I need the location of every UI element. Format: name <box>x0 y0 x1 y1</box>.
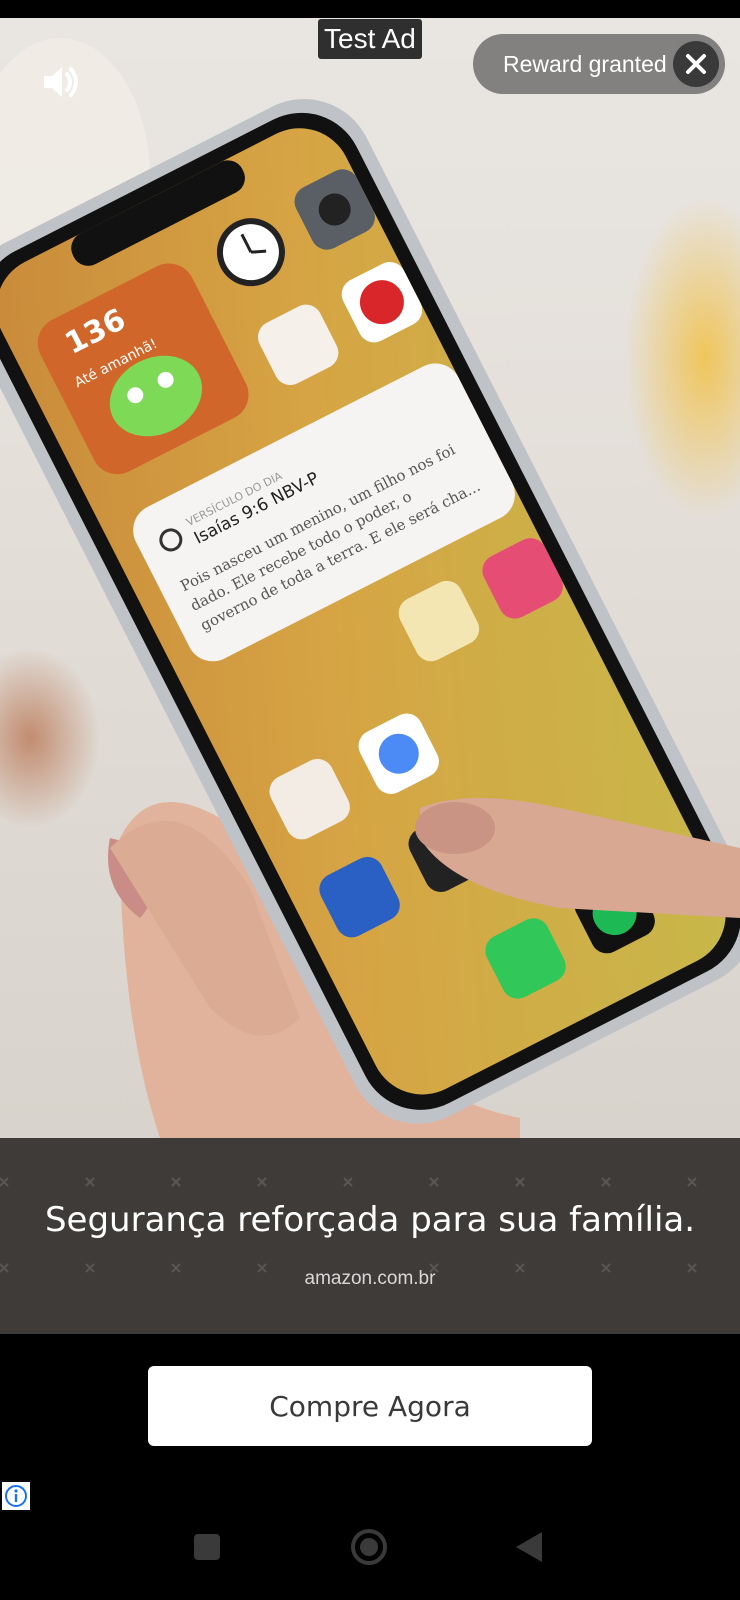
speaker-volume-icon <box>44 67 78 97</box>
phone-hand-illustration: VERSÍCULO DO DIA Isaías 9:6 NBV-P Pois n… <box>0 38 740 1138</box>
triangle-back-icon <box>516 1532 542 1562</box>
square-icon <box>194 1534 220 1560</box>
adchoices-button[interactable] <box>2 1482 30 1510</box>
test-ad-label: Test Ad <box>318 19 422 59</box>
reward-status-pill: Reward granted <box>473 34 725 94</box>
back-button[interactable] <box>516 1532 544 1562</box>
ad-caption-band[interactable]: Segurança reforçada para sua família. am… <box>0 1138 740 1334</box>
home-button[interactable] <box>350 1528 388 1566</box>
volume-button[interactable] <box>38 58 86 106</box>
circle-icon <box>351 1529 387 1565</box>
ad-video[interactable]: VERSÍCULO DO DIA Isaías 9:6 NBV-P Pois n… <box>0 18 740 1138</box>
system-nav-bar <box>0 1520 740 1600</box>
recents-button[interactable] <box>194 1534 220 1560</box>
info-icon <box>5 1485 27 1507</box>
close-icon <box>686 54 706 74</box>
ad-screen: VERSÍCULO DO DIA Isaías 9:6 NBV-P Pois n… <box>0 0 740 1600</box>
ad-headline: Segurança reforçada para sua família. <box>44 1200 696 1240</box>
cta-button[interactable]: Compre Agora <box>148 1366 592 1446</box>
close-button[interactable] <box>673 41 719 87</box>
reward-status-text: Reward granted <box>503 50 667 77</box>
status-bar <box>0 0 740 18</box>
advertiser-domain: amazon.com.br <box>304 1268 436 1289</box>
